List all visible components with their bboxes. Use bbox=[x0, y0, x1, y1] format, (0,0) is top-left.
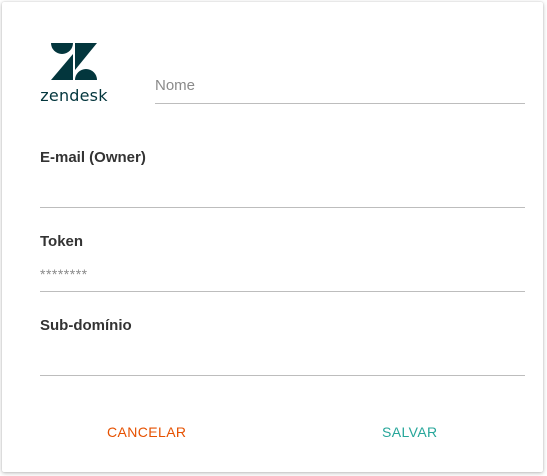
cancel-button[interactable]: CANCELAR bbox=[101, 418, 192, 446]
subdomain-underline bbox=[40, 375, 525, 376]
subdomain-label: Sub-domínio bbox=[40, 317, 132, 334]
zendesk-logo-icon bbox=[51, 43, 97, 80]
token-value[interactable]: ******** bbox=[40, 266, 88, 282]
token-field[interactable]: Token ******** bbox=[40, 233, 525, 293]
zendesk-logo: zendesk bbox=[36, 42, 112, 105]
zendesk-integration-dialog: zendesk E-mail (Owner) Token ******** Su… bbox=[2, 2, 543, 472]
name-underline bbox=[155, 103, 525, 104]
name-field[interactable] bbox=[155, 74, 525, 106]
subdomain-field[interactable]: Sub-domínio bbox=[40, 317, 525, 377]
email-field[interactable]: E-mail (Owner) bbox=[40, 149, 525, 209]
save-button[interactable]: SALVAR bbox=[376, 418, 444, 446]
name-input[interactable] bbox=[155, 74, 525, 96]
email-label: E-mail (Owner) bbox=[40, 149, 146, 166]
token-underline bbox=[40, 291, 525, 292]
zendesk-wordmark: zendesk bbox=[40, 86, 108, 105]
token-label: Token bbox=[40, 233, 84, 250]
email-underline bbox=[40, 207, 525, 208]
